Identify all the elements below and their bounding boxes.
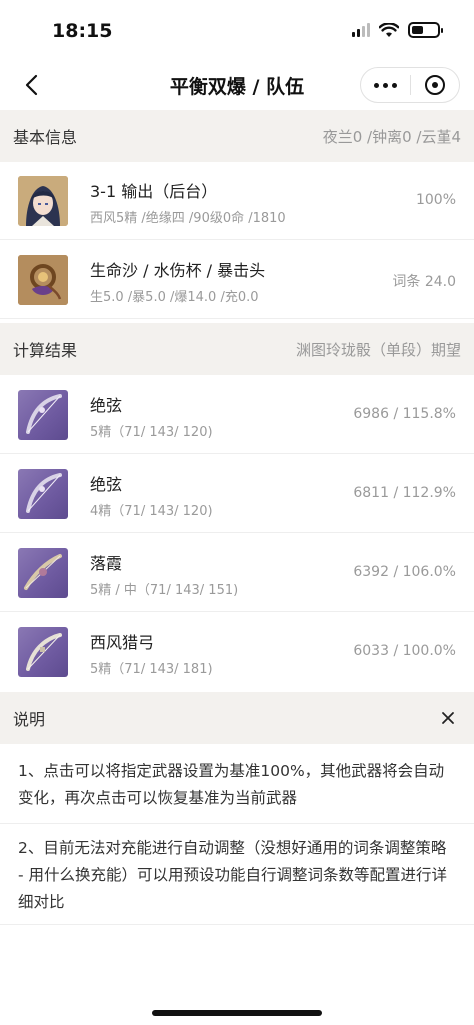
note-item: 1、点击可以将指定武器设置为基准100%，其他武器将会自动变化，再次点击可以恢复…: [18, 762, 445, 807]
status-time: 18:15: [52, 20, 113, 42]
weapon-name: 落霞: [90, 554, 123, 573]
more-button[interactable]: [361, 68, 410, 102]
target-icon: [424, 75, 445, 95]
more-dots-icon: [373, 82, 397, 88]
status-icons: [352, 22, 443, 38]
bow-icon: [18, 469, 68, 519]
battery-icon: [408, 22, 443, 38]
weapon-row[interactable]: 绝弦 5精（71/ 143/ 120) 6986 / 115.8%: [0, 376, 474, 454]
character-title: 3-1 输出（后台）: [90, 182, 218, 201]
character-row[interactable]: 3-1 输出（后台） 西风5精 /绝缘四 /90级0命 /1810 100%: [0, 162, 474, 240]
weapon-result: 6392 / 106.0%: [353, 564, 456, 580]
character-avatar: [18, 176, 68, 226]
note-item: 2、目前无法对充能进行自动调整（没想好通用的词条调整策略 - 用什么换充能）可以…: [18, 839, 448, 911]
weapon-result: 6986 / 115.8%: [353, 406, 456, 422]
weapon-details: 5精（71/ 143/ 120): [90, 425, 213, 440]
results-title: 计算结果: [13, 341, 78, 360]
close-icon: [442, 712, 454, 724]
weapon-result: 6811 / 112.9%: [353, 485, 456, 501]
basic-info-header: 基本信息 夜兰0 /钟离0 /云堇4: [0, 110, 474, 162]
weapon-name: 绝弦: [90, 396, 123, 415]
weapon-details: 5精 / 中（71/ 143/ 151): [90, 583, 239, 598]
weapon-row[interactable]: 西风猎弓 5精（71/ 143/ 181) 6033 / 100.0%: [0, 613, 474, 691]
bow-icon: [18, 627, 68, 677]
weapon-result: 6033 / 100.0%: [353, 643, 456, 659]
weapon-row[interactable]: 落霞 5精 / 中（71/ 143/ 151) 6392 / 106.0%: [0, 534, 474, 612]
notes-header: 说明: [0, 692, 474, 744]
bow-icon: [18, 548, 68, 598]
nav-bar: 平衡双爆 / 队伍: [0, 62, 474, 108]
note-divider: [0, 823, 474, 824]
close-notes-button[interactable]: [435, 705, 461, 731]
results-header: 计算结果 渊图玲珑骰（单段）期望: [0, 323, 474, 375]
signal-icon: [352, 23, 370, 37]
artifact-substat-count: 词条 24.0: [392, 274, 456, 290]
artifact-row[interactable]: 生命沙 / 水伤杯 / 暴击头 生5.0 /暴5.0 /爆14.0 /充0.0 …: [0, 241, 474, 319]
results-basis: 渊图玲珑骰（单段）期望: [295, 340, 461, 359]
home-indicator: [152, 1010, 322, 1016]
close-miniprogram-button[interactable]: [411, 68, 460, 102]
weapon-name: 西风猎弓: [90, 633, 155, 652]
notes-title: 说明: [13, 710, 46, 729]
character-percent: 100%: [415, 192, 456, 208]
weapon-row[interactable]: 绝弦 4精（71/ 143/ 120) 6811 / 112.9%: [0, 455, 474, 533]
weapon-details: 4精（71/ 143/ 120): [90, 504, 213, 519]
status-bar: 18:15: [0, 0, 474, 62]
team-summary: 夜兰0 /钟离0 /云堇4: [322, 127, 461, 146]
artifact-stats: 生5.0 /暴5.0 /爆14.0 /充0.0: [90, 290, 259, 305]
bow-icon: [18, 390, 68, 440]
weapon-details: 5精（71/ 143/ 181): [90, 662, 213, 677]
mini-program-capsule: [360, 67, 460, 103]
artifact-title: 生命沙 / 水伤杯 / 暴击头: [90, 261, 266, 280]
wifi-icon: [379, 22, 399, 37]
character-details: 西风5精 /绝缘四 /90级0命 /1810: [90, 211, 286, 226]
weapon-name: 绝弦: [90, 475, 123, 494]
note-divider: [0, 924, 474, 925]
basic-info-title: 基本信息: [13, 128, 78, 147]
artifact-icon: [18, 255, 68, 305]
